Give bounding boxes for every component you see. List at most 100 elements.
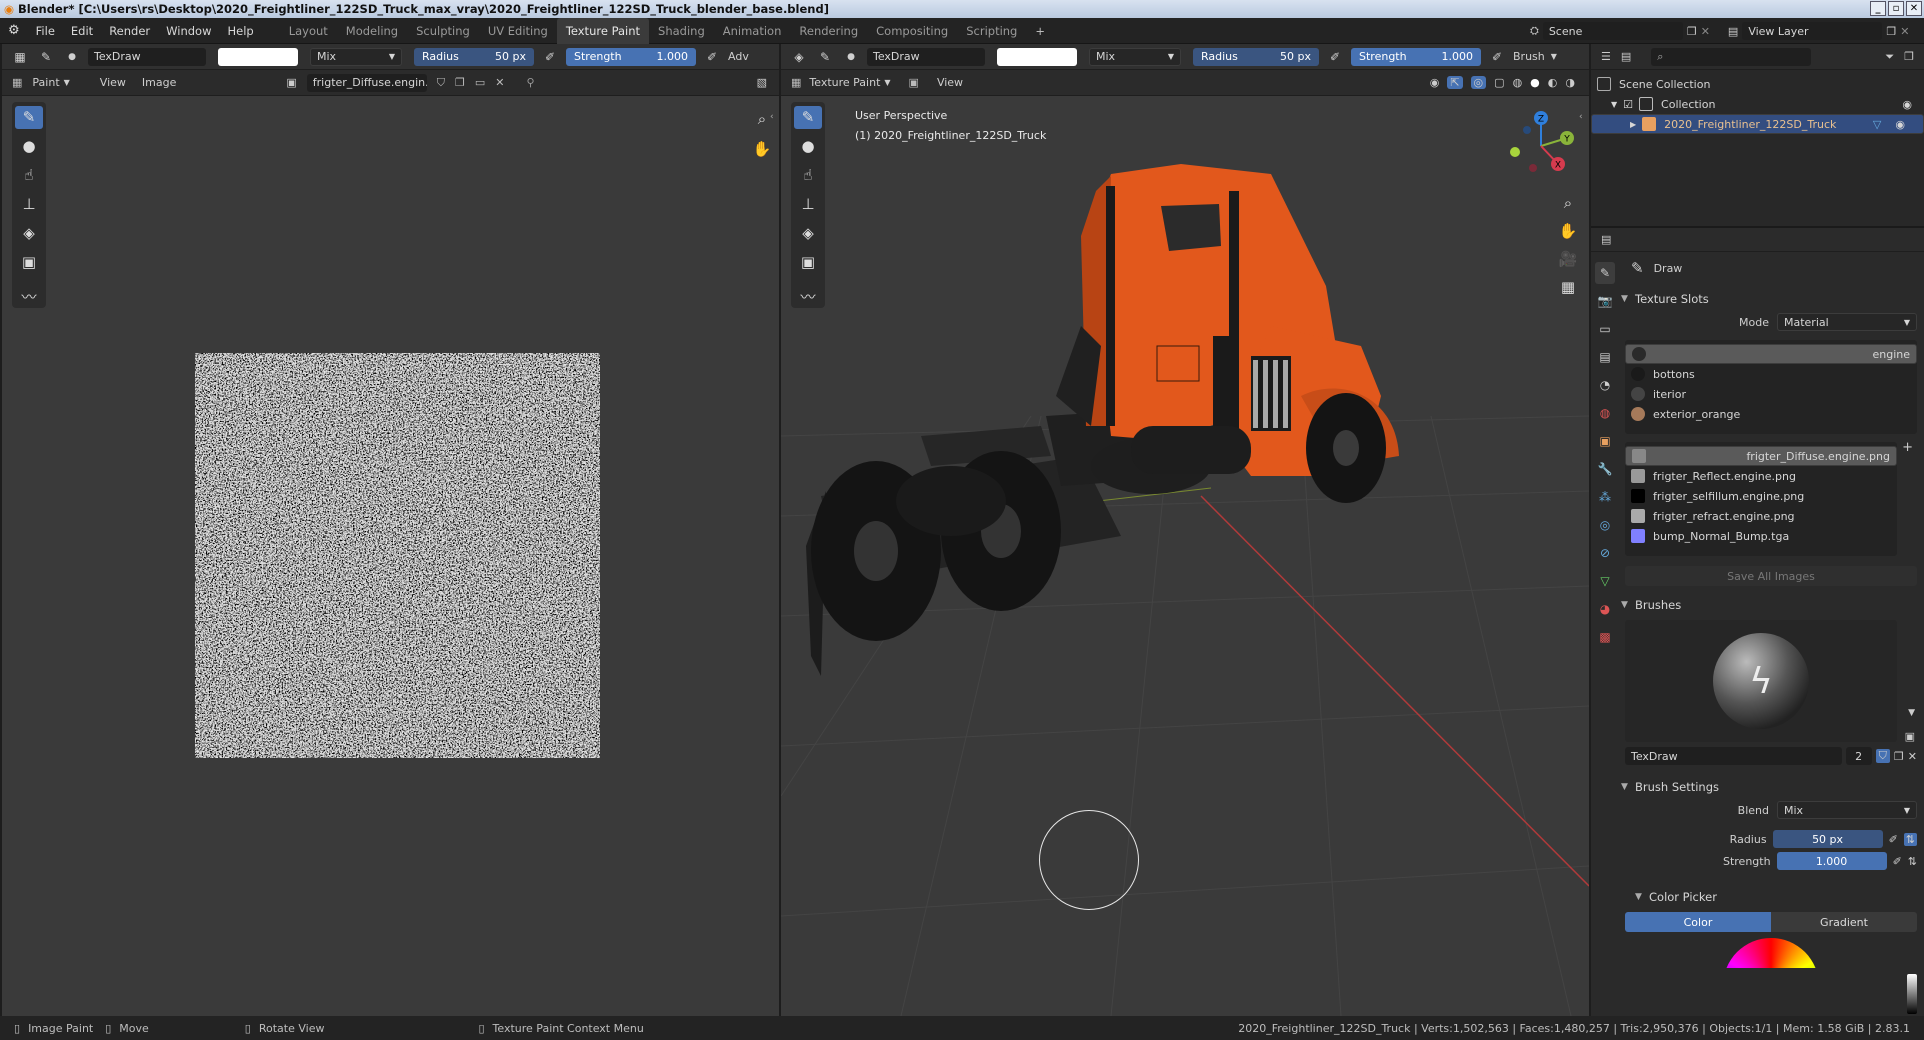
draw-tool-icon[interactable]: ✎ xyxy=(794,106,822,129)
menu-view[interactable]: View xyxy=(100,76,126,89)
particles-tab-icon[interactable]: ⁂ xyxy=(1595,486,1615,508)
strength-pressure-icon[interactable]: ✐ xyxy=(1893,855,1902,868)
radius-pressure-icon[interactable]: ✐ xyxy=(1889,833,1898,846)
wireframe-shading-icon[interactable]: ◍ xyxy=(1513,76,1523,89)
clone-tool-icon[interactable]: ⊥ xyxy=(15,193,43,216)
image-name-field[interactable]: frigter_Diffuse.engin... xyxy=(306,73,427,92)
tab-gradient[interactable]: Gradient xyxy=(1771,912,1917,932)
strength-pressure-icon[interactable]: ✐ xyxy=(1487,47,1507,67)
expand-arrow-icon[interactable]: ▶ xyxy=(1630,120,1636,129)
radius-slider[interactable]: Radius 50 px xyxy=(414,47,534,66)
brush-preview-box[interactable]: ϟ xyxy=(1625,620,1897,742)
visibility-icon[interactable]: ◉ xyxy=(1430,76,1440,89)
texture-slots-panel-header[interactable]: ▼ Texture Slots xyxy=(1621,288,1921,310)
rendered-shading-icon[interactable]: ◑ xyxy=(1565,76,1575,89)
tab-uv-editing[interactable]: UV Editing xyxy=(479,18,557,44)
gizmo-toggle-icon[interactable]: ⇱ xyxy=(1447,76,1463,89)
smear-tool-icon[interactable]: ☝ xyxy=(15,164,43,187)
brush-datablock-icon[interactable]: ● xyxy=(841,47,861,67)
image-slot-refract[interactable]: frigter_refract.engine.png xyxy=(1625,506,1897,526)
material-slot-iterior[interactable]: iterior xyxy=(1625,384,1917,404)
radius-pressure-icon[interactable]: ✐ xyxy=(540,47,560,67)
camera-view-icon[interactable]: 🎥 xyxy=(1555,246,1581,272)
menu-render[interactable]: Render xyxy=(101,18,158,44)
brush-color-swatch[interactable] xyxy=(997,47,1077,66)
tab-scripting[interactable]: Scripting xyxy=(957,18,1026,44)
fake-user-shield-icon[interactable]: ⛉ xyxy=(1875,749,1890,763)
outliner-scene-collection[interactable]: Scene Collection xyxy=(1591,74,1924,94)
fake-user-icon[interactable]: ⛉ xyxy=(437,76,445,90)
texture-tab-icon[interactable]: ▩ xyxy=(1595,626,1615,648)
new-collection-icon[interactable]: ❐ xyxy=(1904,50,1914,63)
brush-name-field[interactable]: TexDraw xyxy=(1625,747,1842,765)
menu-view[interactable]: View xyxy=(937,76,963,89)
physics-tab-icon[interactable]: ◎ xyxy=(1595,514,1615,536)
delete-view-layer-icon[interactable]: ✕ xyxy=(1900,25,1909,38)
view-layer-tab-icon[interactable]: ▤ xyxy=(1595,346,1615,368)
menu-edit[interactable]: Edit xyxy=(63,18,101,44)
output-tab-icon[interactable]: ▭ xyxy=(1595,318,1615,340)
add-texture-slot-icon[interactable]: + xyxy=(1902,440,1913,455)
navigation-gizmo[interactable]: Z Y X xyxy=(1501,106,1581,186)
fill-tool-icon[interactable]: ◈ xyxy=(15,221,43,244)
pan-hand-icon[interactable]: ✋ xyxy=(749,136,775,162)
texture-mode-dropdown[interactable]: Material ▼ xyxy=(1777,313,1917,331)
brush-tool-icon[interactable]: ✎ xyxy=(36,47,56,67)
paint-mode-dropdown[interactable]: Paint xyxy=(32,76,59,89)
annotate-tool-icon[interactable]: 〰 xyxy=(15,285,43,308)
eye-icon[interactable]: ◉ xyxy=(1902,98,1912,111)
radius-pressure-icon[interactable]: ✐ xyxy=(1325,47,1345,67)
soften-tool-icon[interactable]: ● xyxy=(15,135,43,158)
tab-sculpting[interactable]: Sculpting xyxy=(407,18,479,44)
properties-editor-icon[interactable]: ▤ xyxy=(1601,233,1611,246)
material-tab-icon[interactable]: ◕ xyxy=(1595,598,1615,620)
save-all-images-button[interactable]: Save All Images xyxy=(1625,566,1917,586)
brush-name-field[interactable]: TexDraw xyxy=(867,47,985,66)
view-mode-icon[interactable]: ▧ xyxy=(757,76,767,89)
advanced-menu[interactable]: Adv xyxy=(728,50,749,63)
scene-tab-icon[interactable]: ◔ xyxy=(1595,374,1615,396)
image-slot-diffuse[interactable]: frigter_Diffuse.engine.png xyxy=(1625,446,1897,466)
collapse-arrow-icon[interactable]: ‹ xyxy=(1579,112,1583,122)
value-slider[interactable] xyxy=(1907,974,1917,1014)
mask-tool-icon[interactable]: ▣ xyxy=(794,250,822,273)
soften-tool-icon[interactable]: ● xyxy=(794,135,822,158)
xray-toggle-icon[interactable]: ▢ xyxy=(1494,76,1504,89)
data-tab-icon[interactable]: ▽ xyxy=(1595,570,1615,592)
image-browse-icon[interactable]: ▣ xyxy=(286,76,296,89)
tab-color[interactable]: Color xyxy=(1625,912,1771,932)
outliner-object-truck[interactable]: ▶ 2020_Freightliner_122SD_Truck ▽ ◉ xyxy=(1591,114,1924,134)
menu-file[interactable]: File xyxy=(28,18,63,44)
truck-model[interactable] xyxy=(781,96,1589,696)
open-image-icon[interactable]: ▭ xyxy=(475,76,485,89)
radius-slider[interactable]: Radius 50 px xyxy=(1193,47,1319,66)
brushes-panel-header[interactable]: ▼ Brushes xyxy=(1621,594,1921,616)
tab-rendering[interactable]: Rendering xyxy=(790,18,867,44)
brush-image-icon[interactable]: ▣ xyxy=(1905,730,1915,743)
new-image-icon[interactable]: ❐ xyxy=(455,76,465,89)
fill-tool-icon[interactable]: ◈ xyxy=(794,221,822,244)
tab-modeling[interactable]: Modeling xyxy=(337,18,407,44)
strength-slider[interactable]: 1.000 xyxy=(1776,852,1887,870)
image-slot-reflect[interactable]: frigter_Reflect.engine.png xyxy=(1625,466,1897,486)
brush-name-field[interactable]: TexDraw xyxy=(88,47,206,66)
collapse-arrow-icon[interactable]: ‹ xyxy=(770,112,774,122)
tab-animation[interactable]: Animation xyxy=(714,18,791,44)
mask-tool-icon[interactable]: ▣ xyxy=(15,250,43,273)
pin-icon[interactable]: ⚲ xyxy=(527,76,535,89)
maximize-button[interactable]: ▫ xyxy=(1888,1,1904,16)
strength-pressure-icon[interactable]: ✐ xyxy=(702,47,722,67)
material-slot-bottons[interactable]: bottons xyxy=(1625,364,1917,384)
pan-hand-icon[interactable]: ✋ xyxy=(1555,218,1581,244)
view-layer-selector[interactable]: View Layer xyxy=(1742,22,1883,40)
outliner-search-input[interactable]: ⌕ xyxy=(1651,47,1812,66)
brush-tool-icon[interactable]: ✎ xyxy=(815,47,835,67)
radius-slider[interactable]: 50 px xyxy=(1772,830,1883,848)
minimize-button[interactable]: _ xyxy=(1870,1,1886,16)
image-slot-selfillum[interactable]: frigter_selfillum.engine.png xyxy=(1625,486,1897,506)
tab-layout[interactable]: Layout xyxy=(280,18,337,44)
expand-arrow-icon[interactable]: ▼ xyxy=(1611,100,1617,109)
constraints-tab-icon[interactable]: ⊘ xyxy=(1595,542,1615,564)
add-workspace-button[interactable]: + xyxy=(1026,18,1054,44)
brush-settings-panel-header[interactable]: ▼ Brush Settings xyxy=(1621,776,1921,798)
